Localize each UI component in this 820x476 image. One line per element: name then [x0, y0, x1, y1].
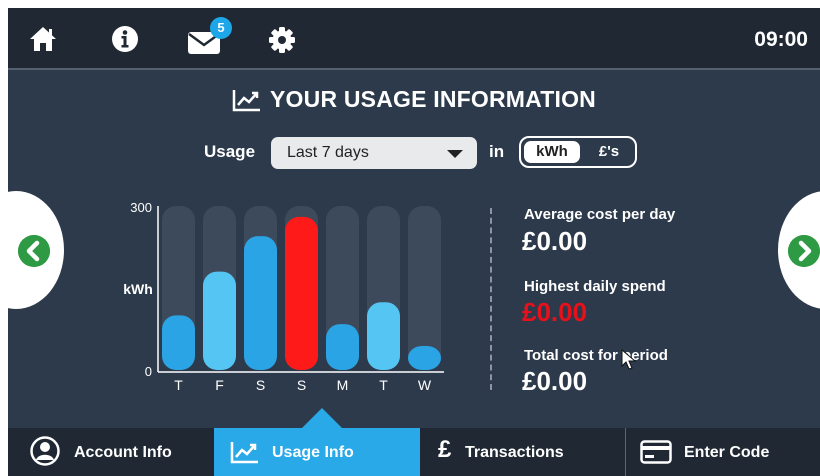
bar-1[interactable] [203, 271, 236, 370]
bar-2[interactable] [244, 236, 277, 370]
top-bar: 5 09:00 [8, 8, 820, 70]
account-icon [30, 436, 60, 466]
total-cost-label: Total cost for period [524, 347, 668, 364]
previous-button[interactable] [8, 191, 64, 309]
nav-account-info-label: Account Info [74, 444, 172, 461]
clock: 09:00 [754, 28, 808, 51]
info-icon[interactable] [110, 24, 140, 54]
x-tick-label: T [174, 377, 183, 393]
x-tick-label: T [379, 377, 388, 393]
x-tick-label: F [215, 377, 224, 393]
usage-screen: 5 09:00 YOUR USAGE INFORMATION Usage Las… [8, 8, 820, 476]
card-icon [640, 440, 672, 464]
chevron-right-icon [788, 235, 820, 267]
mouse-pointer-icon [621, 349, 637, 370]
bar-6[interactable] [408, 345, 441, 370]
next-button[interactable] [778, 191, 820, 309]
pound-icon: £ [438, 436, 452, 463]
period-select[interactable]: Last 7 days [271, 137, 477, 169]
bar-track [408, 206, 441, 370]
chevron-left-icon [18, 235, 50, 267]
y-tick-label-max: 300 [130, 200, 152, 215]
avg-cost-value: £0.00 [522, 226, 588, 256]
y-tick-label-min: 0 [145, 364, 152, 379]
gear-icon[interactable] [268, 26, 296, 54]
bar-0[interactable] [162, 315, 195, 370]
home-icon[interactable] [28, 24, 58, 54]
bar-3[interactable] [285, 216, 318, 370]
mail-badge: 5 [210, 17, 232, 39]
y-axis-label: kWh [123, 281, 153, 297]
total-cost-value: £0.00 [522, 366, 588, 396]
nav-enter-code[interactable]: Enter Code [626, 428, 820, 476]
nav-enter-code-label: Enter Code [684, 444, 770, 461]
chart-icon [230, 442, 258, 464]
unit-toggle: kWh £'s [519, 136, 637, 168]
page-title: YOUR USAGE INFORMATION [8, 86, 820, 113]
nav-account-info[interactable]: Account Info [8, 428, 214, 476]
usage-bar-chart: 300 0 kWh T F S S M T W [123, 200, 444, 393]
x-tick-label: M [337, 377, 349, 393]
avg-cost-label: Average cost per day [524, 206, 676, 223]
active-tab-pointer [302, 408, 342, 428]
bar-4[interactable] [326, 324, 359, 370]
nav-usage-info-label: Usage Info [272, 444, 354, 461]
chart-divider [490, 208, 492, 390]
unit-option-pounds[interactable]: £'s [583, 141, 635, 163]
nav-transactions-label: Transactions [465, 444, 564, 461]
period-select-value: Last 7 days [287, 144, 369, 161]
highest-spend-label: Highest daily spend [524, 278, 666, 295]
nav-transactions[interactable]: £ Transactions [420, 428, 625, 476]
x-tick-label: W [418, 377, 432, 393]
nav-usage-info[interactable]: Usage Info [214, 428, 420, 476]
usage-label: Usage [204, 142, 256, 161]
bottom-nav: Account Info Usage Info £ Transactions E… [8, 428, 820, 476]
chart-line-icon [232, 89, 260, 111]
chevron-down-icon [447, 150, 463, 158]
x-tick-label: S [297, 377, 306, 393]
unit-option-kwh[interactable]: kWh [524, 141, 580, 163]
highest-spend-value: £0.00 [522, 297, 588, 327]
in-label: in [489, 142, 505, 161]
bar-5[interactable] [367, 302, 400, 370]
x-tick-label: S [256, 377, 265, 393]
page-title-text: YOUR USAGE INFORMATION [270, 86, 596, 112]
